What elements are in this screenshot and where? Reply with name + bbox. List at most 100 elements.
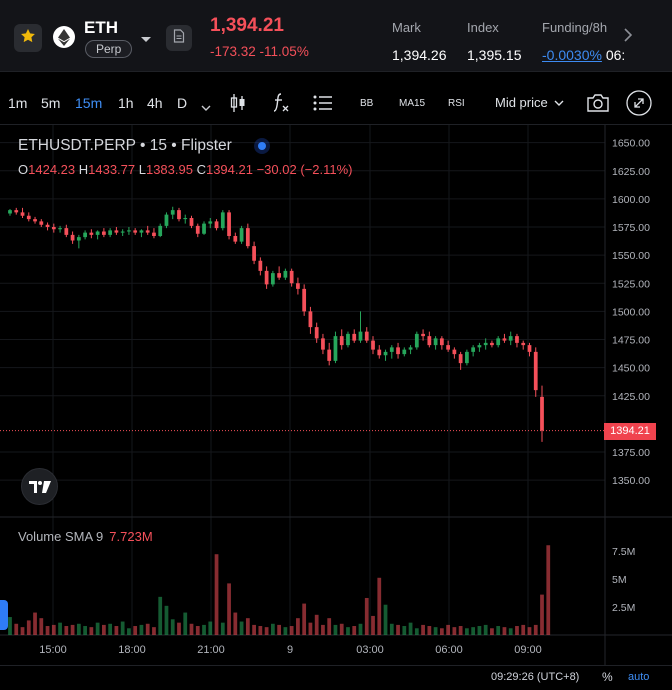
open-value: 1424.23	[28, 162, 76, 177]
price-mode-select[interactable]: Mid price	[495, 95, 564, 110]
candle-body	[270, 273, 275, 285]
chevron-down-icon[interactable]	[140, 31, 152, 49]
chevron-down-icon[interactable]	[201, 99, 211, 115]
candle-body	[352, 333, 357, 341]
candle-body	[233, 236, 238, 242]
chart-footer: 09:29:26 (UTC+8) % auto	[0, 665, 672, 690]
volume-bar	[20, 627, 25, 635]
candlestick-icon[interactable]	[229, 93, 247, 116]
candle-body	[58, 228, 62, 230]
candle-body	[170, 210, 175, 215]
time-axis-label: 06:00	[435, 644, 463, 656]
volume-bar	[452, 627, 457, 635]
candle-body	[108, 230, 113, 235]
candle-body	[527, 345, 532, 352]
camera-icon[interactable]	[586, 93, 610, 116]
list-icon[interactable]	[313, 95, 333, 114]
clock-time[interactable]: 09:29:26 (UTC+8)	[491, 671, 579, 683]
time-axis-label: 18:00	[118, 644, 146, 656]
volume-bar	[33, 612, 37, 635]
volume-bar	[114, 626, 119, 635]
volume-bar	[465, 628, 469, 635]
interval-4h[interactable]: 4h	[147, 95, 163, 111]
volume-bar	[158, 596, 163, 635]
tradingview-logo[interactable]	[21, 468, 58, 505]
info-button[interactable]	[166, 25, 192, 51]
candle-body	[51, 227, 56, 230]
indicator-ma15[interactable]: MA15	[399, 98, 425, 109]
side-panel-handle[interactable]	[0, 600, 8, 630]
volume-bar	[346, 627, 350, 635]
volume-bar	[227, 583, 231, 635]
volume-bar	[377, 577, 382, 635]
candle-body	[189, 218, 194, 226]
funding-rate-stat: Funding/8h -0.0030% 06:	[542, 20, 625, 63]
percent-scale-toggle[interactable]: %	[602, 670, 613, 684]
candle-body	[127, 230, 131, 232]
chevron-right-icon[interactable]	[623, 28, 633, 47]
candle-body	[14, 210, 19, 213]
stat-value: 1,395.15	[467, 47, 522, 63]
volume-bar	[39, 618, 44, 635]
candle-body	[439, 338, 444, 346]
chart-area[interactable]: 1650.00 1625.00 1600.00 1575.00 1550.00 1525.…	[0, 125, 672, 665]
volume-bar	[283, 627, 288, 635]
volume-bar	[414, 628, 419, 635]
indicator-rsi[interactable]: RSI	[448, 98, 465, 109]
time-axis-label: 9	[287, 644, 293, 656]
interval-1h[interactable]: 1h	[118, 95, 134, 111]
candle-body	[76, 237, 81, 241]
interval-1m[interactable]: 1m	[8, 95, 27, 111]
interval-1d[interactable]: D	[177, 95, 187, 111]
auto-scale-toggle[interactable]: auto	[628, 671, 649, 683]
favorite-button[interactable]	[14, 24, 42, 52]
volume-bar	[233, 612, 238, 635]
price-axis-label: 1425.00	[612, 391, 650, 403]
stat-label: Funding/8h	[542, 20, 608, 35]
volume-bar	[327, 618, 332, 635]
volume-bar	[152, 627, 156, 635]
candle-body	[533, 351, 538, 391]
volume-bar	[439, 628, 444, 635]
volume-bar	[433, 627, 438, 635]
price-axis-label: 1650.00	[612, 138, 650, 150]
volume-bar	[333, 624, 338, 635]
candle-body	[252, 246, 256, 261]
candle-body	[227, 212, 231, 236]
candle-body	[26, 215, 31, 220]
volume-bar	[26, 620, 31, 635]
volume-bar	[389, 623, 394, 635]
candle-body	[145, 230, 150, 233]
chart-canvas[interactable]: 1650.00 1625.00 1600.00 1575.00 1550.00 1525.…	[0, 125, 672, 665]
volume-bar	[289, 626, 294, 635]
function-icon[interactable]	[271, 92, 291, 117]
volume-bar	[521, 624, 526, 635]
candle-body	[195, 225, 200, 234]
indicator-bb[interactable]: BB	[360, 98, 373, 109]
funding-rate-link[interactable]: -0.0030%	[542, 47, 602, 63]
volume-bar	[358, 623, 363, 635]
candle-body	[45, 224, 50, 227]
candle-body	[377, 349, 382, 356]
current-price-tag: 1394.21	[604, 422, 656, 440]
candle-body	[83, 232, 87, 238]
candle-body	[202, 223, 206, 234]
contract-type-badge: Perp	[85, 40, 133, 58]
interval-15m[interactable]: 15m	[75, 95, 102, 111]
candle-body	[540, 396, 544, 431]
expand-icon[interactable]	[626, 90, 652, 119]
symbol-name[interactable]: ETH	[84, 18, 118, 38]
volume-bar	[502, 627, 507, 635]
candle-body	[308, 311, 313, 328]
candle-body	[95, 231, 100, 235]
candle-body	[283, 270, 288, 278]
interval-5m[interactable]: 5m	[41, 95, 60, 111]
price-axis-label: 1500.00	[612, 306, 650, 318]
candle-body	[490, 342, 494, 346]
price-axis-label: 1575.00	[612, 222, 650, 234]
volume-bar	[396, 624, 400, 635]
volume-bar	[220, 622, 225, 635]
volume-value: 7.723M	[109, 529, 153, 544]
change-value: −30.02 (−2.11%)	[256, 162, 353, 177]
candle-body	[64, 228, 69, 235]
